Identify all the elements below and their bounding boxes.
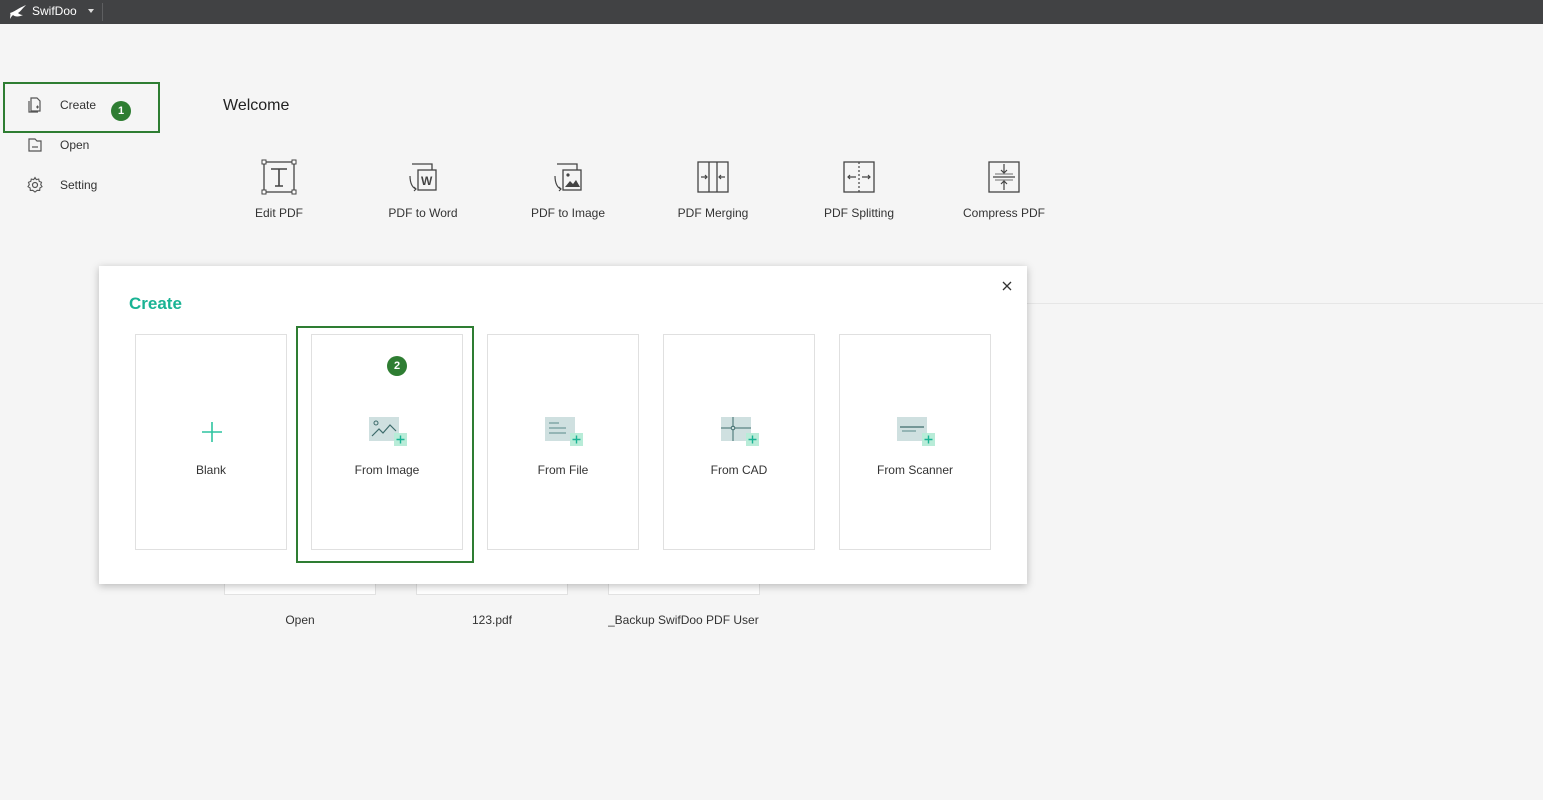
create-option-from-cad[interactable]: From CAD <box>663 334 815 550</box>
create-option-label: From File <box>537 463 589 477</box>
create-option-label: From Scanner <box>876 463 954 477</box>
recent-item-label: _Backup SwifDoo PDF User G <box>608 613 760 627</box>
edit-text-icon <box>261 159 297 195</box>
sidebar-item-setting[interactable]: Setting <box>26 174 97 196</box>
tool-label: PDF Splitting <box>823 206 895 220</box>
recent-thumbnail <box>608 583 760 595</box>
tool-edit-pdf[interactable]: Edit PDF <box>219 158 339 220</box>
app-name: SwifDoo <box>32 4 77 18</box>
sidebar-item-label: Setting <box>60 178 98 192</box>
pdf-to-image-icon <box>554 163 582 192</box>
tool-label: PDF Merging <box>677 206 749 220</box>
cad-add-icon <box>721 417 759 446</box>
file-add-icon <box>545 417 583 446</box>
recent-item-file[interactable]: 123.pdf <box>416 583 568 627</box>
page-title: Welcome <box>223 97 290 114</box>
gear-icon <box>27 176 43 193</box>
section-divider <box>1027 303 1543 304</box>
create-option-from-file[interactable]: From File <box>487 334 639 550</box>
step-badge-1: 1 <box>111 101 131 121</box>
tool-pdf-to-word[interactable]: W PDF to Word <box>363 158 483 220</box>
recent-thumbnail <box>416 583 568 595</box>
pdf-to-word-icon: W <box>409 163 437 192</box>
tool-compress-pdf[interactable]: Compress PDF <box>944 158 1064 220</box>
tool-label: PDF to Word <box>388 206 458 220</box>
tool-label: PDF to Image <box>530 206 606 220</box>
scanner-add-icon <box>897 417 935 446</box>
merge-icon <box>697 161 729 193</box>
step-badge-2: 2 <box>387 356 407 376</box>
swift-bird-logo-icon <box>10 5 26 19</box>
recent-item-file[interactable]: _Backup SwifDoo PDF User G <box>608 583 760 627</box>
tool-pdf-merging[interactable]: PDF Merging <box>653 158 773 220</box>
title-separator <box>102 3 103 21</box>
svg-text:W: W <box>421 174 433 188</box>
create-dialog: Create Blank From Image From File From C… <box>99 266 1027 584</box>
create-option-from-scanner[interactable]: From Scanner <box>839 334 991 550</box>
compress-icon <box>988 161 1020 193</box>
recent-thumbnail <box>224 583 376 595</box>
split-icon <box>843 161 875 193</box>
tool-label: Compress PDF <box>962 206 1045 220</box>
annotation-highlight-from-image <box>296 326 474 563</box>
plus-icon <box>202 422 222 442</box>
recent-item-open[interactable]: Open <box>224 583 376 627</box>
create-option-blank[interactable]: Blank <box>135 334 287 550</box>
tool-pdf-to-image[interactable]: PDF to Image <box>508 158 628 220</box>
create-option-label: Blank <box>195 463 227 477</box>
tool-pdf-splitting[interactable]: PDF Splitting <box>799 158 919 220</box>
recent-item-label: 123.pdf <box>471 613 513 627</box>
title-bar: SwifDoo <box>0 0 1543 24</box>
close-icon[interactable] <box>999 278 1015 294</box>
sidebar-item-open[interactable]: Open <box>26 134 89 156</box>
dialog-title: Create <box>129 294 182 313</box>
annotation-highlight-create <box>3 82 160 133</box>
create-option-label: From CAD <box>710 463 768 477</box>
app-menu-caret-icon[interactable] <box>88 9 94 13</box>
folder-icon <box>28 138 42 152</box>
recent-item-label: Open <box>285 613 315 627</box>
sidebar-item-label: Open <box>60 138 90 152</box>
tool-label: Edit PDF <box>254 206 303 220</box>
